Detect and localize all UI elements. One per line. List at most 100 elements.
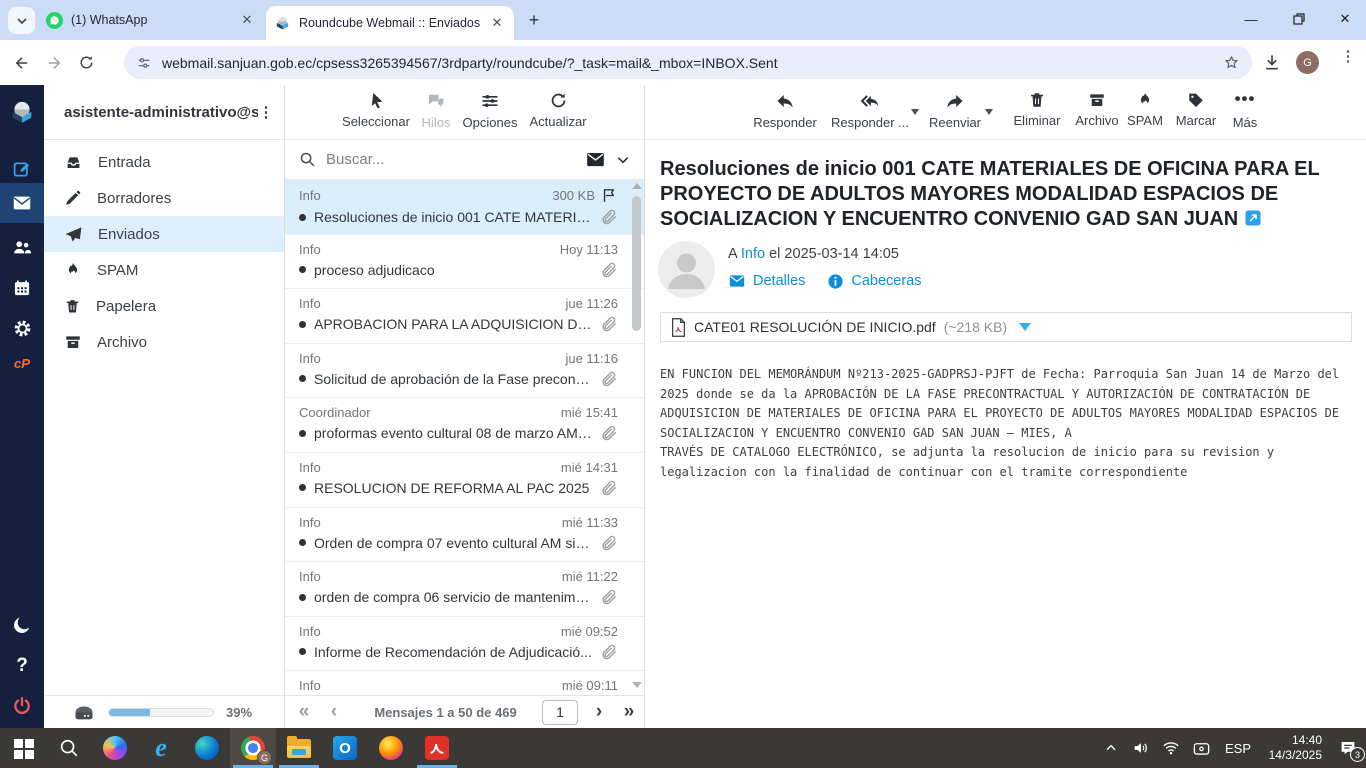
threads-button[interactable]: Hilos	[416, 91, 456, 130]
reload-button[interactable]	[70, 47, 102, 79]
forward-button[interactable]: Reenviar	[923, 91, 987, 130]
bookmark-star-icon[interactable]	[1223, 54, 1240, 71]
chrome-button[interactable]: G	[230, 728, 276, 768]
outlook-icon: O	[333, 736, 357, 760]
help-icon[interactable]: ?	[0, 646, 44, 686]
firefox-button[interactable]	[368, 728, 414, 768]
logout-power-icon[interactable]	[0, 686, 44, 726]
message-list-item[interactable]: Info Hoy 11:13 proceso adjudicaco	[285, 235, 644, 290]
start-button[interactable]	[0, 728, 46, 768]
profile-avatar[interactable]: G	[1296, 51, 1319, 74]
window-minimize-button[interactable]: —	[1228, 0, 1274, 38]
folder-borradores[interactable]: Borradores	[44, 180, 284, 216]
tab-close-icon[interactable]: ✕	[238, 11, 256, 29]
scroll-down-arrow[interactable]	[632, 682, 642, 688]
meet-now-icon[interactable]	[1186, 739, 1216, 758]
folder-enviados[interactable]: Enviados	[44, 216, 284, 252]
folder-archivo[interactable]: Archivo	[44, 324, 284, 360]
copilot-button[interactable]	[92, 728, 138, 768]
search-input[interactable]	[326, 151, 575, 168]
outlook-button[interactable]: O	[322, 728, 368, 768]
taskbar-clock[interactable]: 14:40 14/3/2025	[1260, 733, 1322, 763]
attachment-menu-caret-icon[interactable]	[1019, 323, 1031, 331]
message-list-item[interactable]: Info mié 11:22 orden de compra 06 servic…	[285, 562, 644, 617]
message-list-item[interactable]: Info mié 11:33 Orden de compra 07 evento…	[285, 508, 644, 563]
more-button[interactable]: ••• Más	[1225, 91, 1265, 130]
search-options-chevron-icon[interactable]	[616, 153, 630, 167]
file-explorer-button[interactable]	[276, 728, 322, 768]
cpanel-icon[interactable]: cP	[0, 343, 44, 383]
delete-button[interactable]: Eliminar	[1007, 91, 1067, 128]
details-button[interactable]: Detalles	[728, 272, 805, 290]
archive-button[interactable]: Archivo	[1069, 91, 1125, 128]
edge-button[interactable]	[184, 728, 230, 768]
tab-close-icon[interactable]: ✕	[488, 14, 506, 32]
reply-all-button[interactable]: Responder ...	[825, 91, 915, 130]
dark-mode-moon-icon[interactable]	[0, 605, 44, 645]
attachment-bar[interactable]: CATE01 RESOLUCIÓN DE INICIO.pdf (~218 KB…	[660, 312, 1352, 342]
tray-expand-chevron-icon[interactable]	[1096, 741, 1126, 755]
window-close-button[interactable]: ✕	[1322, 0, 1366, 38]
volume-icon[interactable]	[1126, 739, 1156, 757]
back-button[interactable]	[6, 47, 38, 79]
acrobat-icon	[425, 736, 449, 760]
tab-whatsapp[interactable]: (1) WhatsApp ✕	[38, 0, 264, 40]
tab-roundcube[interactable]: Roundcube Webmail :: Enviados ✕	[266, 6, 514, 40]
folder-papelera[interactable]: Papelera	[44, 288, 284, 324]
select-button[interactable]: Seleccionar	[340, 91, 412, 129]
message-list-item[interactable]: Info mié 09:11	[285, 671, 644, 695]
message-list-item[interactable]: Info mié 14:31 RESOLUCION DE REFORMA AL …	[285, 453, 644, 508]
spam-button[interactable]: SPAM	[1121, 91, 1169, 128]
reply-all-caret-icon[interactable]	[911, 109, 919, 115]
contacts-icon[interactable]	[0, 227, 44, 267]
headers-button[interactable]: Cabeceras	[827, 273, 921, 290]
refresh-button[interactable]: Actualizar	[523, 91, 593, 129]
forward-button[interactable]	[38, 47, 70, 79]
message-subject: Informe de Recomendación de Adjudicació.…	[314, 644, 592, 660]
message-list-item[interactable]: Info mié 09:52 Informe de Recomendación …	[285, 617, 644, 672]
site-settings-icon[interactable]	[136, 55, 152, 71]
message-subject: Solicitud de aprobación de la Fase preco…	[314, 371, 592, 387]
window-restore-button[interactable]	[1276, 0, 1322, 38]
downloads-icon[interactable]	[1262, 52, 1282, 72]
flag-icon[interactable]	[601, 187, 618, 204]
url-bar[interactable]: webmail.sanjuan.gob.ec/cpsess3265394567/…	[124, 46, 1252, 79]
mark-button[interactable]: Marcar	[1167, 91, 1225, 128]
tab-search-button[interactable]	[8, 7, 35, 34]
scroll-up-arrow[interactable]	[632, 183, 642, 189]
forward-caret-icon[interactable]	[985, 109, 993, 115]
scrollbar-thumb[interactable]	[632, 196, 641, 331]
account-header[interactable]: asistente-administrativo@sa... ⋮	[44, 85, 284, 140]
message-list-item[interactable]: Info jue 11:26 APROBACION PARA LA ADQUIS…	[285, 289, 644, 344]
folder-spam[interactable]: SPAM	[44, 252, 284, 288]
message-list-item[interactable]: Info 300 KB Resoluciones de inicio 001 C…	[285, 180, 644, 235]
list-scrollbar[interactable]	[632, 183, 642, 688]
first-page-button[interactable]: «	[289, 701, 319, 723]
acrobat-button[interactable]	[414, 728, 460, 768]
search-scope-mail-icon[interactable]	[585, 149, 606, 170]
external-link-icon[interactable]	[1244, 209, 1262, 227]
calendar-icon[interactable]	[0, 268, 44, 308]
page-number-input[interactable]	[542, 700, 578, 725]
options-button[interactable]: Opciones	[460, 91, 520, 130]
recipient-link[interactable]: Info	[741, 246, 765, 262]
taskbar-search-button[interactable]	[46, 728, 92, 768]
refresh-icon	[549, 91, 568, 110]
new-tab-button[interactable]: +	[524, 10, 544, 30]
next-page-button[interactable]: ›	[584, 701, 614, 723]
browser-menu-icon[interactable]: ⋮	[1340, 54, 1356, 59]
wifi-icon[interactable]	[1156, 739, 1186, 757]
prev-page-button[interactable]: ‹	[319, 701, 349, 723]
folder-entrada[interactable]: Entrada	[44, 144, 284, 180]
settings-gear-icon[interactable]	[0, 308, 44, 348]
notification-center-button[interactable]: 3	[1330, 728, 1366, 768]
mail-icon[interactable]	[0, 183, 44, 223]
account-menu-icon[interactable]: ⋮	[258, 110, 274, 115]
message-list-item[interactable]: Info jue 11:16 Solicitud de aprobación d…	[285, 344, 644, 399]
last-page-button[interactable]: »	[614, 701, 644, 723]
options-sliders-icon	[480, 91, 500, 111]
message-list-item[interactable]: Coordinador mié 15:41 proformas evento c…	[285, 398, 644, 453]
language-indicator[interactable]: ESP	[1216, 741, 1260, 756]
internet-explorer-button[interactable]: e	[138, 728, 184, 768]
reply-button[interactable]: Responder	[750, 91, 820, 130]
